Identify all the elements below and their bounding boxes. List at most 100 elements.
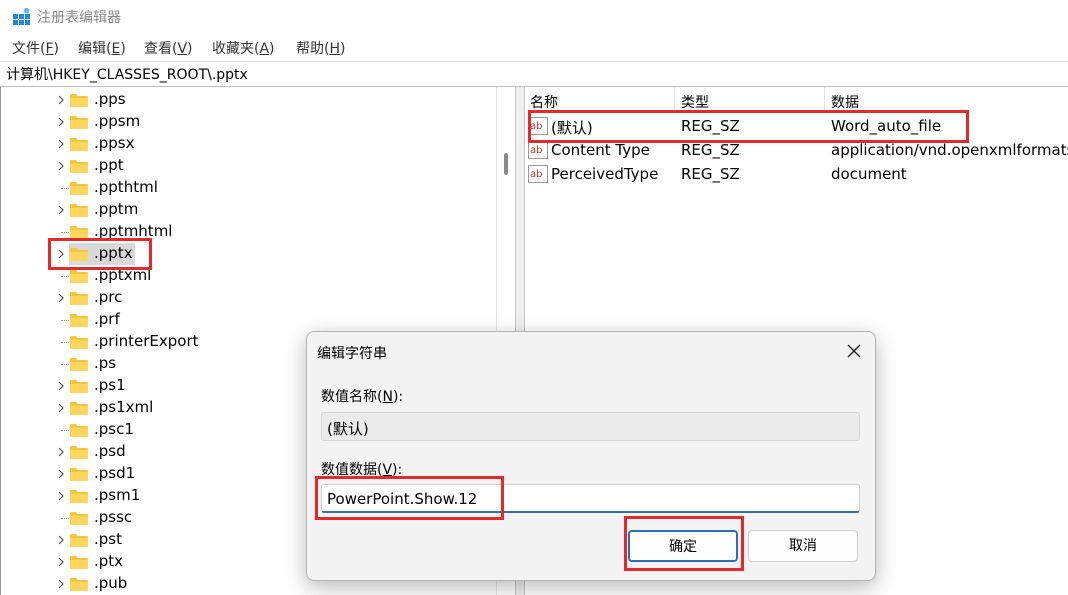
tree-connector — [61, 518, 69, 519]
tree-item-label: .pub — [94, 574, 128, 592]
menu-favorites[interactable]: 收藏夹(A) — [212, 38, 275, 58]
title-bar: 注册表编辑器 — [0, 0, 1068, 34]
tree-item-label: .ps — [94, 354, 117, 372]
chevron-right-icon[interactable] — [55, 115, 67, 129]
folder-icon — [70, 203, 88, 217]
column-divider[interactable] — [674, 87, 675, 111]
value-type: REG_SZ — [681, 165, 740, 183]
tree-item-label: .pssc — [94, 508, 133, 526]
string-value-icon: ab — [528, 165, 548, 183]
tree-item-label: .psd1 — [94, 464, 136, 482]
chevron-right-icon[interactable] — [55, 159, 67, 173]
folder-icon — [70, 291, 88, 305]
folder-icon — [70, 467, 88, 481]
tree-connector — [61, 320, 69, 321]
tree-item-label: .pptmhtml — [94, 222, 173, 240]
value-type: REG_SZ — [681, 117, 740, 135]
tree-item-label: .psm1 — [94, 486, 141, 504]
tree-item[interactable]: .pptm — [53, 199, 493, 221]
tree-item[interactable]: .pptxml — [53, 265, 493, 287]
tree-item[interactable]: .prc — [53, 287, 493, 309]
close-icon[interactable] — [843, 340, 865, 362]
tree-item[interactable]: .ppt — [53, 155, 493, 177]
menu-bar: 文件(F) 编辑(E) 查看(V) 收藏夹(A) 帮助(H) — [0, 36, 1068, 60]
string-value-icon: ab — [528, 141, 548, 159]
folder-icon — [70, 401, 88, 415]
tree-item[interactable]: .pptmhtml — [53, 221, 493, 243]
folder-icon — [70, 115, 88, 129]
tree-item[interactable]: .ppthtml — [53, 177, 493, 199]
address-path[interactable]: 计算机\HKEY_CLASSES_ROOT\.pptx — [6, 64, 248, 84]
value-name-field: (默认) — [321, 412, 860, 441]
value-data: document — [831, 165, 907, 183]
menu-file[interactable]: 文件(F) — [12, 38, 59, 58]
tree-item[interactable]: .pptx — [53, 243, 493, 265]
folder-icon — [70, 225, 88, 239]
tree-item-label: .printerExport — [94, 332, 199, 350]
ok-button[interactable]: 确定 — [628, 530, 738, 562]
scrollbar-thumb[interactable] — [504, 153, 508, 175]
folder-icon — [70, 445, 88, 459]
value-type: REG_SZ — [681, 141, 740, 159]
tree-item-label: .ppt — [94, 156, 124, 174]
menu-help[interactable]: 帮助(H) — [296, 38, 345, 58]
tree-item-label: .pptxml — [94, 266, 152, 284]
chevron-right-icon[interactable] — [55, 137, 67, 151]
tree-item-label: .pptm — [94, 200, 139, 218]
chevron-right-icon[interactable] — [55, 401, 67, 415]
value-row[interactable]: ab Content Type REG_SZ application/vnd.open… — [524, 138, 1068, 162]
tree-item[interactable]: .pps — [53, 89, 493, 111]
tree-item[interactable]: .ppsx — [53, 133, 493, 155]
folder-icon — [70, 181, 88, 195]
chevron-right-icon[interactable] — [55, 577, 67, 591]
chevron-right-icon[interactable] — [55, 533, 67, 547]
chevron-right-icon[interactable] — [55, 291, 67, 305]
tree-item-label: .ptx — [94, 552, 124, 570]
chevron-right-icon[interactable] — [55, 467, 67, 481]
svg-text:ab: ab — [530, 169, 542, 180]
column-header-data[interactable]: 数据 — [831, 92, 859, 112]
chevron-right-icon[interactable] — [55, 247, 67, 261]
menu-view[interactable]: 查看(V) — [144, 38, 193, 58]
chevron-right-icon[interactable] — [55, 555, 67, 569]
cancel-button[interactable]: 取消 — [748, 530, 858, 562]
chevron-right-icon[interactable] — [55, 445, 67, 459]
value-row[interactable]: ab PerceivedType REG_SZ document — [524, 162, 1068, 186]
tree-connector — [61, 364, 69, 365]
value-row[interactable]: ab (默认) REG_SZ Word_auto_file — [524, 114, 1068, 138]
menu-edit[interactable]: 编辑(E) — [78, 38, 126, 58]
value-data: Word_auto_file — [831, 117, 942, 135]
address-bar[interactable]: 计算机\HKEY_CLASSES_ROOT\.pptx — [0, 61, 1068, 87]
tree-item[interactable]: .prf — [53, 309, 493, 331]
folder-icon — [70, 137, 88, 151]
edit-string-dialog: 编辑字符串 数值名称(N): (默认) 数值数据(V): PowerPoint.… — [306, 331, 876, 581]
column-divider[interactable] — [824, 87, 825, 111]
tree-connector — [61, 232, 69, 233]
folder-icon — [70, 357, 88, 371]
column-header-type[interactable]: 类型 — [681, 92, 709, 112]
tree-item[interactable]: .ppsm — [53, 111, 493, 133]
value-name: PerceivedType — [551, 165, 659, 183]
value-name: Content Type — [551, 141, 650, 159]
svg-text:ab: ab — [530, 121, 542, 132]
dialog-title: 编辑字符串 — [317, 346, 387, 362]
tree-connector — [61, 430, 69, 431]
folder-icon — [70, 269, 88, 283]
chevron-right-icon[interactable] — [55, 93, 67, 107]
chevron-right-icon[interactable] — [55, 379, 67, 393]
folder-icon — [70, 555, 88, 569]
column-header-name[interactable]: 名称 — [530, 92, 558, 112]
svg-text:ab: ab — [530, 145, 542, 156]
string-value-icon: ab — [528, 117, 548, 135]
tree-item-label: .psd — [94, 442, 126, 460]
value-data-input[interactable]: PowerPoint.Show.12 — [321, 484, 860, 513]
tree-item-label: .ps1xml — [94, 398, 154, 416]
tree-item-label: .ppsm — [94, 112, 141, 130]
window-title: 注册表编辑器 — [37, 10, 121, 26]
folder-icon — [70, 489, 88, 503]
tree-connector — [61, 188, 69, 189]
chevron-right-icon[interactable] — [55, 489, 67, 503]
chevron-right-icon[interactable] — [55, 203, 67, 217]
tree-connector — [61, 342, 69, 343]
tree-item-label: .ps1 — [94, 376, 126, 394]
